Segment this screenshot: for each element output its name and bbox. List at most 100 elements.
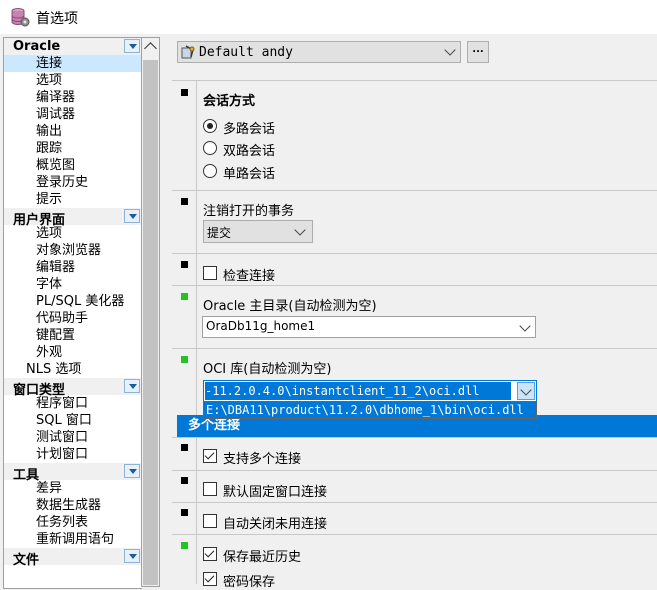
radio-label: 双路会话 [223, 144, 276, 159]
nav-item-beautifier[interactable]: PL/SQL 美化器 [4, 293, 142, 310]
group-user-interface[interactable]: 用户界面 [4, 208, 142, 228]
nav-item-hints[interactable]: 提示 [4, 191, 142, 208]
checkbox-label: 默认固定窗口连接 [223, 485, 328, 500]
radio-dual-session[interactable] [203, 141, 217, 155]
checkbox-label: 密码保存 [223, 575, 276, 590]
collapse-arrow-icon[interactable] [124, 464, 140, 478]
checkbox-label: 自动关闭未用连接 [223, 517, 328, 532]
nav-item-connection[interactable]: 连接 [4, 55, 142, 72]
nav-item-login-history[interactable]: 登录历史 [4, 174, 142, 191]
default-marker [181, 198, 188, 205]
chevron-down-icon [519, 320, 531, 332]
nav-item-overview[interactable]: 概览图 [4, 157, 142, 174]
changed-marker [181, 542, 188, 549]
oci-library-value[interactable]: -11.2.0.4.0\instantclient_11_2\oci.dll [205, 382, 511, 400]
check-connection-checkbox[interactable] [203, 266, 217, 280]
profile-icon [181, 45, 195, 59]
nav-item-recall-statement[interactable]: 重新调用语句 [4, 531, 142, 548]
default-fixed-window-checkbox[interactable] [203, 482, 217, 496]
collapse-arrow-icon[interactable] [124, 209, 140, 223]
divider [172, 348, 657, 349]
divider [172, 190, 657, 191]
tree-scrollbar[interactable] [141, 37, 160, 587]
nav-item-editor[interactable]: 编辑器 [4, 259, 142, 276]
group-label: 工具 [13, 468, 40, 483]
nav-item-key-config[interactable]: 键配置 [4, 327, 142, 344]
more-button[interactable]: ... [467, 41, 489, 63]
group-label: Oracle [13, 39, 61, 54]
default-marker [181, 261, 188, 268]
oci-dropdown-option[interactable]: E:\DBA11\product\11.2.0\dbhome_1\bin\oci… [203, 401, 537, 419]
divider [172, 502, 657, 503]
divider [172, 470, 657, 471]
changed-marker [181, 293, 188, 300]
default-marker [181, 509, 188, 516]
collapse-arrow-icon[interactable] [124, 39, 140, 53]
chevron-down-icon [520, 384, 532, 396]
oracle-home-select[interactable]: OraDb11g_home1 [202, 316, 536, 338]
checkbox-label: 支持多个连接 [223, 452, 302, 467]
save-recent-history-checkbox[interactable] [203, 547, 217, 561]
app-database-icon [11, 8, 30, 27]
nav-item-task-list[interactable]: 任务列表 [4, 514, 142, 531]
default-marker [181, 444, 188, 451]
group-label: 用户界面 [13, 213, 66, 228]
nav-item-debugger[interactable]: 调试器 [4, 106, 142, 123]
divider [172, 437, 657, 438]
radio-single-session[interactable] [203, 164, 217, 178]
default-marker [181, 477, 188, 484]
oracle-home-value: OraDb11g_home1 [206, 319, 316, 333]
auto-close-unused-checkbox[interactable] [203, 514, 217, 528]
checkbox-label: 检查连接 [223, 269, 276, 284]
group-tools[interactable]: 工具 [4, 463, 142, 483]
nav-item-trace[interactable]: 跟踪 [4, 140, 142, 157]
nav-item-code-assistant[interactable]: 代码助手 [4, 310, 142, 327]
oci-library-title: OCI 库(自动检测为空) [203, 362, 332, 377]
checkbox-label: 保存最近历史 [223, 550, 302, 565]
nav-item-object-browser[interactable]: 对象浏览器 [4, 242, 142, 259]
nav-item-sql-window[interactable]: SQL 窗口 [4, 412, 142, 429]
radio-multi-session[interactable] [203, 119, 217, 133]
logoff-select[interactable]: 提交 [203, 220, 313, 243]
category-tree[interactable]: Oracle 连接 选项 编译器 调试器 输出 跟踪 概览图 登录历史 提示 用… [3, 37, 142, 589]
nav-item-appearance[interactable]: 外观 [4, 344, 142, 361]
title-bar: 首选项 [0, 0, 657, 34]
session-mode-title: 会话方式 [203, 94, 256, 109]
support-multiple-connections-checkbox[interactable] [203, 449, 217, 463]
nav-item-options[interactable]: 选项 [4, 72, 142, 89]
group-oracle[interactable]: Oracle [4, 38, 142, 55]
logoff-title: 注销打开的事务 [203, 204, 295, 219]
scroll-up-icon[interactable] [144, 42, 157, 55]
profile-value: Default andy [199, 45, 293, 60]
nav-item-nls-options[interactable]: NLS 选项 [4, 361, 142, 378]
radio-label: 多路会话 [223, 122, 276, 137]
marker-column-line [196, 80, 197, 584]
oracle-home-title: Oracle 主目录(自动检测为空) [203, 299, 377, 314]
default-marker [181, 89, 188, 96]
divider [172, 253, 657, 254]
group-window-types[interactable]: 窗口类型 [4, 378, 142, 398]
profile-select[interactable]: Default andy [177, 41, 461, 63]
collapse-arrow-icon[interactable] [124, 549, 140, 563]
nav-item-plan-window[interactable]: 计划窗口 [4, 446, 142, 463]
dropdown-button[interactable] [517, 382, 535, 400]
options-panel: Default andy ... 会话方式 多路会话 双路会话 单路会话 注销打… [172, 37, 657, 590]
oci-library-select[interactable]: -11.2.0.4.0\instantclient_11_2\oci.dll [203, 380, 537, 402]
nav-item-test-window[interactable]: 测试窗口 [4, 429, 142, 446]
scrollbar-thumb[interactable] [143, 60, 158, 585]
group-label: 文件 [13, 553, 40, 568]
divider [172, 285, 657, 286]
chevron-down-icon [444, 44, 456, 56]
nav-item-compiler[interactable]: 编译器 [4, 89, 142, 106]
chevron-down-icon [294, 224, 306, 236]
nav-item-data-generator[interactable]: 数据生成器 [4, 497, 142, 514]
collapse-arrow-icon[interactable] [124, 379, 140, 393]
logoff-value: 提交 [207, 226, 232, 240]
changed-marker [181, 356, 188, 363]
group-files[interactable]: 文件 [4, 548, 142, 568]
nav-item-output[interactable]: 输出 [4, 123, 142, 140]
save-password-checkbox[interactable] [203, 572, 217, 586]
radio-label: 单路会话 [223, 167, 276, 182]
nav-item-font[interactable]: 字体 [4, 276, 142, 293]
window-title: 首选项 [36, 11, 78, 27]
